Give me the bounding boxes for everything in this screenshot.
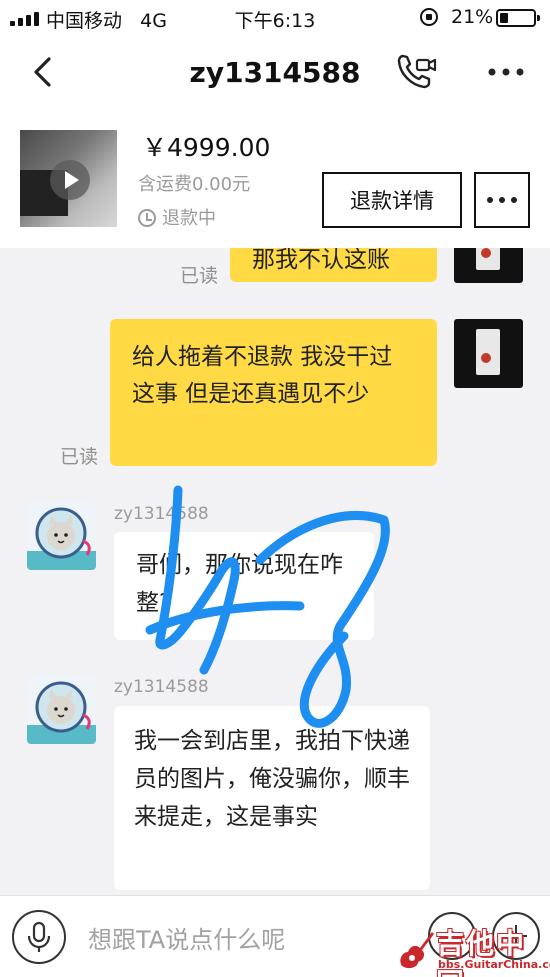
status-bar: 中国移动 4G 下午6:13 21% xyxy=(0,0,550,36)
rotation-lock-icon xyxy=(420,8,438,26)
chat-header: zy1314588 xyxy=(0,36,550,110)
battery-icon xyxy=(496,9,540,27)
order-status: 退款中 xyxy=(138,204,216,230)
my-avatar[interactable] xyxy=(454,248,523,283)
more-dots-icon[interactable] xyxy=(484,58,528,86)
refund-details-button[interactable]: 退款详情 xyxy=(322,172,462,228)
watermark-url: bbs.GuitarChina.com xyxy=(438,958,550,971)
sender-name: zy1314588 xyxy=(114,677,209,697)
microphone-icon[interactable] xyxy=(12,910,66,964)
product-video-thumbnail[interactable] xyxy=(20,130,117,227)
astronaut-cat-avatar-icon xyxy=(27,507,96,570)
more-dots-icon xyxy=(487,197,517,203)
read-receipt: 已读 xyxy=(60,446,99,468)
contact-message-bubble[interactable]: 我一会到店里，我拍下快递员的图片，俺没骗你，顺丰来提走，这是事实 xyxy=(114,706,430,890)
my-message-bubble[interactable]: 给人拖着不退款 我没干过这事 但是还真遇见不少 xyxy=(110,319,437,466)
astronaut-cat-avatar-icon xyxy=(27,681,96,744)
guitar-logo-icon xyxy=(400,932,434,969)
order-status-label: 退款中 xyxy=(162,208,216,229)
phone-video-icon[interactable] xyxy=(395,52,437,92)
guitarchina-watermark: 吉他中国 bbs.GuitarChina.com xyxy=(392,918,550,977)
message-text: 那我不认这账 xyxy=(252,248,390,273)
sender-name: zy1314588 xyxy=(114,504,209,524)
message-text: 我一会到店里，我拍下快递员的图片，俺没骗你，顺丰来提走，这是事实 xyxy=(134,728,410,830)
my-avatar[interactable] xyxy=(454,319,523,388)
read-receipt: 已读 xyxy=(180,265,219,287)
contact-message-bubble[interactable]: 哥们，那你说现在咋整? xyxy=(114,532,374,640)
product-price: ￥4999.00 xyxy=(142,133,271,162)
message-input[interactable]: 想跟TA说点什么呢 xyxy=(88,920,285,955)
product-more-button[interactable] xyxy=(474,172,530,228)
chat-title: zy1314588 xyxy=(189,56,361,89)
battery-percent: 21% xyxy=(451,6,494,28)
clock-icon xyxy=(138,209,156,227)
my-message-bubble[interactable]: 那我不认这账 xyxy=(230,248,437,282)
play-icon[interactable] xyxy=(50,160,90,200)
product-card: ￥4999.00 含运费0.00元 退款中 退款详情 xyxy=(0,110,550,248)
contact-avatar[interactable] xyxy=(27,675,96,744)
shipping-fee: 含运费0.00元 xyxy=(138,174,251,195)
message-text: 哥们，那你说现在咋整? xyxy=(136,552,343,616)
chat-area[interactable]: 那我不认这账 已读 给人拖着不退款 我没干过这事 但是还真遇见不少 已读 zy1… xyxy=(0,248,550,895)
contact-avatar[interactable] xyxy=(27,501,96,570)
message-text: 给人拖着不退款 我没干过这事 但是还真遇见不少 xyxy=(132,344,393,407)
